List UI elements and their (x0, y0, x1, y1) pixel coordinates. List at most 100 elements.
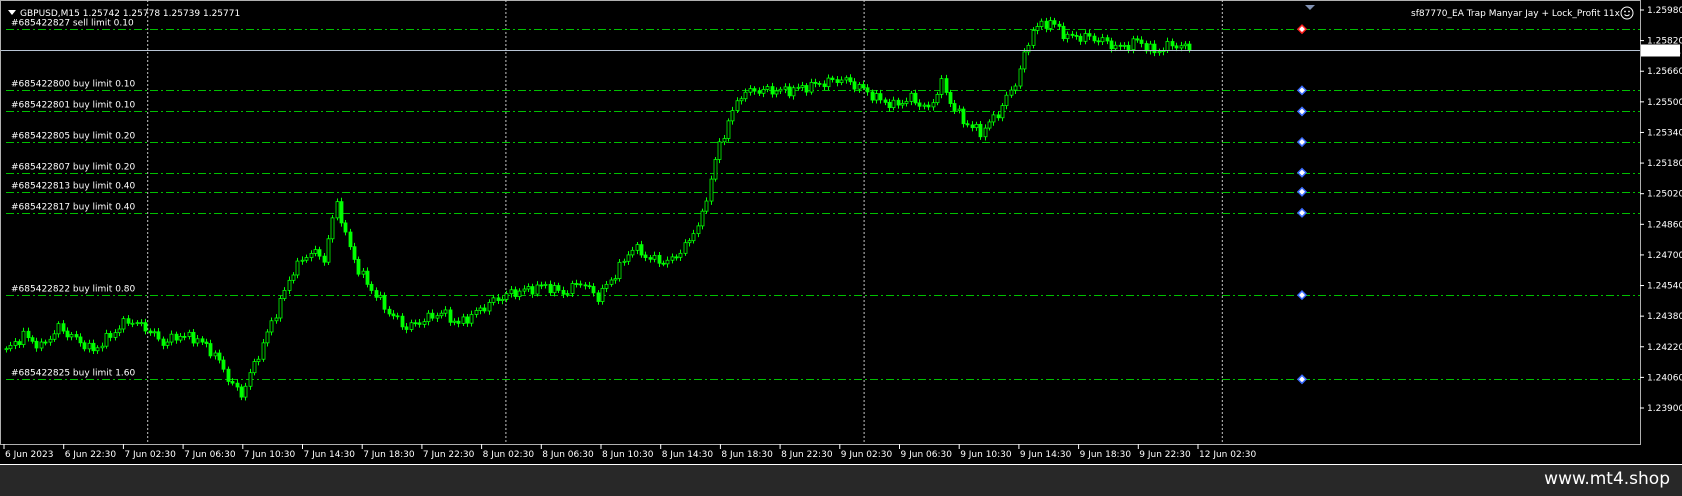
candle-body (487, 302, 492, 312)
candle-body (1061, 25, 1066, 40)
time-label: 8 Jun 06:30 (542, 450, 594, 460)
candle-body (378, 294, 383, 298)
buy-order-marker[interactable] (1296, 136, 1308, 148)
candle-body (1113, 44, 1118, 50)
buy-order-marker[interactable] (1296, 290, 1308, 301)
candle-body (104, 333, 109, 347)
candle-body (678, 252, 683, 258)
candle-body (735, 100, 740, 111)
candle-body (187, 331, 192, 337)
chart-window[interactable]: #685422827 sell limit 0.10 #685422800 buy… (0, 0, 1682, 464)
price-label: 1.25660 (1647, 67, 1682, 77)
candle-body (630, 249, 635, 256)
chart-shift-marker-icon[interactable] (1305, 5, 1315, 10)
candle-body (208, 343, 213, 357)
candle-body (178, 335, 183, 341)
candle-body (1100, 37, 1105, 43)
candle-body (926, 104, 931, 108)
buy-order-marker[interactable] (1296, 167, 1308, 178)
order-markers[interactable] (1296, 24, 1308, 385)
time-label: 8 Jun 22:30 (781, 450, 833, 460)
price-axis[interactable]: 1.259801.258201.256601.255001.253401.251… (1640, 6, 1682, 414)
candle-body (726, 120, 731, 139)
candle-body (604, 283, 609, 289)
candle-body (252, 361, 257, 374)
candle-body (817, 83, 822, 85)
candle-body (287, 279, 292, 291)
footer-watermark: www.mt4.shop (1544, 469, 1670, 489)
candle-body (243, 385, 248, 398)
candle-body (643, 254, 648, 258)
candle-body (135, 322, 140, 325)
candle-body (1118, 44, 1123, 47)
candle-body (796, 86, 801, 89)
candle-body (878, 93, 883, 101)
candle-body (469, 314, 474, 324)
time-label: 7 Jun 22:30 (423, 450, 475, 460)
candle-body (439, 312, 444, 317)
sell-order-marker[interactable] (1296, 24, 1308, 35)
price-chart[interactable]: #685422827 sell limit 0.10 #685422800 buy… (0, 0, 1682, 464)
buy-order-marker[interactable] (1296, 374, 1308, 385)
candle-body (944, 78, 949, 93)
candle-body (543, 283, 548, 286)
ea-smiley-icon[interactable] (1620, 6, 1634, 20)
candle-body (395, 315, 400, 318)
candle-body (822, 83, 827, 88)
buy-order-marker[interactable] (1296, 207, 1308, 218)
candle-body (913, 92, 918, 104)
candle-body (891, 99, 896, 108)
candle-body (165, 341, 170, 346)
candle-body (417, 322, 422, 325)
buy-order-marker[interactable] (1296, 186, 1308, 197)
candle-body (1074, 35, 1079, 37)
candle-body (870, 91, 875, 101)
candle-body (43, 341, 48, 344)
candle-body (82, 342, 87, 350)
candle-body (426, 312, 431, 323)
candle-body (221, 359, 226, 370)
candle-body (865, 87, 870, 93)
candle-body (991, 114, 996, 123)
candle-body (509, 289, 514, 295)
time-label: 8 Jun 14:30 (662, 450, 714, 460)
candle-body (443, 309, 448, 314)
pending-order-lines[interactable]: #685422827 sell limit 0.10 #685422800 buy… (6, 19, 1640, 380)
candle-body (95, 347, 100, 352)
candle-body (374, 290, 379, 298)
candle-body (382, 294, 387, 310)
candle-body (422, 321, 427, 325)
candle-body (861, 84, 866, 89)
candle-body (69, 334, 74, 338)
candle-body (156, 331, 161, 340)
candle-body (674, 256, 679, 259)
buy-order-marker[interactable] (1296, 106, 1308, 117)
candle-body (978, 123, 983, 138)
current-price-label: 1.25771 (1644, 47, 1681, 57)
buy-order-marker[interactable] (1296, 85, 1308, 96)
candle-body (113, 332, 118, 338)
candle-body (235, 382, 240, 388)
candle-body (269, 320, 274, 333)
candle-body (1087, 33, 1092, 37)
time-label: 9 Jun 18:30 (1080, 450, 1132, 460)
collapse-triangle-icon[interactable] (8, 10, 16, 15)
candle-body (757, 90, 762, 94)
candle-body (121, 318, 126, 330)
candle-body (409, 322, 414, 330)
candle-body (539, 284, 544, 287)
time-axis[interactable]: 6 Jun 2023 6 Jun 22:30 7 Jun 02:30 7 Jun 06… (3, 444, 1256, 460)
candle-body (517, 290, 522, 297)
candle-body (639, 244, 644, 256)
candle-series (4, 16, 1192, 401)
candle-body (883, 99, 888, 103)
candle-body (574, 283, 579, 285)
time-label: 6 Jun 22:30 (65, 450, 117, 460)
candle-body (365, 270, 370, 285)
candle-body (1096, 40, 1101, 43)
candle-body (17, 341, 22, 345)
candle-body (317, 249, 322, 257)
candle-body (265, 331, 270, 344)
candle-body (274, 317, 279, 322)
candle-body (535, 284, 540, 295)
